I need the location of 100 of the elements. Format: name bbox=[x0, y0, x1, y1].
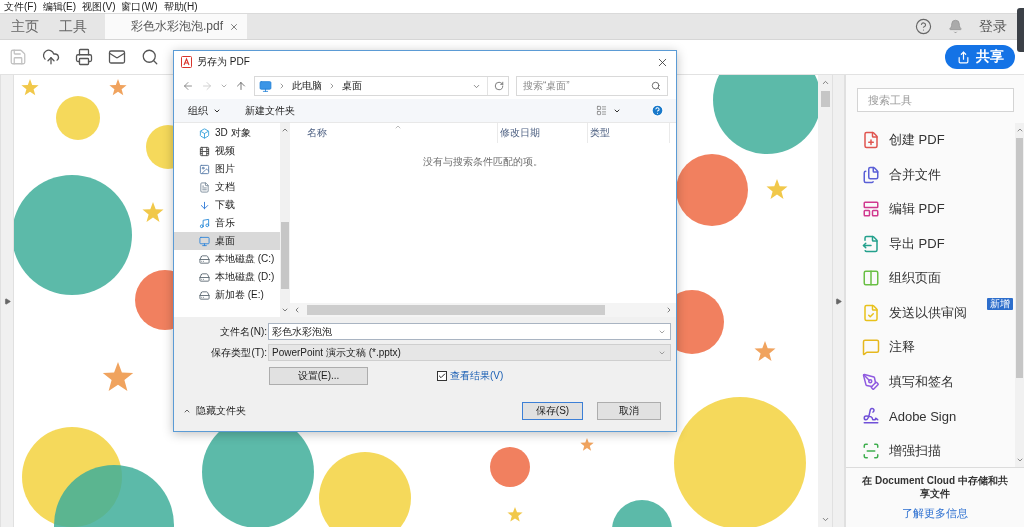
view-options-icon[interactable] bbox=[596, 105, 607, 116]
checkbox[interactable] bbox=[437, 371, 447, 381]
history-chevron-icon[interactable] bbox=[220, 82, 228, 90]
scroll-down-icon[interactable] bbox=[820, 515, 830, 524]
learn-more-link[interactable]: 了解更多信息 bbox=[902, 506, 968, 521]
menu-item[interactable]: 视图(V) bbox=[82, 0, 116, 13]
download-arrow-icon bbox=[199, 199, 210, 211]
bell-icon[interactable] bbox=[948, 19, 963, 34]
cube-icon bbox=[199, 127, 210, 139]
menu-item[interactable]: 帮助(H) bbox=[163, 0, 198, 13]
document-icon bbox=[199, 181, 210, 193]
column-header[interactable]: 名称 bbox=[305, 123, 498, 143]
tool-item[interactable]: 合并文件 bbox=[846, 157, 1015, 192]
sort-chevron-icon bbox=[394, 123, 402, 131]
close-icon[interactable] bbox=[229, 21, 239, 32]
tool-item[interactable]: 填写和签名 bbox=[846, 364, 1015, 399]
menu-item[interactable]: 文件(F) bbox=[4, 0, 37, 13]
chevron-up-icon bbox=[183, 407, 191, 415]
nav-item[interactable]: 文档 bbox=[174, 178, 280, 196]
tool-item[interactable]: 编辑 PDF bbox=[846, 192, 1015, 227]
monitor-icon bbox=[259, 79, 272, 93]
printer-icon[interactable] bbox=[75, 48, 93, 66]
drive-icon bbox=[199, 253, 210, 265]
field-label: 保存类型(T): bbox=[210, 345, 268, 360]
expand-icon[interactable] bbox=[835, 297, 842, 305]
checkbox-label[interactable]: 查看结果(V) bbox=[450, 369, 504, 383]
search-icon[interactable] bbox=[141, 48, 159, 66]
menu-item[interactable]: 窗口(W) bbox=[121, 0, 158, 13]
picture-icon bbox=[199, 163, 210, 175]
empty-message: 没有与搜索条件匹配的项。 bbox=[423, 155, 543, 169]
cloud-upload-icon[interactable] bbox=[42, 48, 60, 66]
promo-text: 在 Document Cloud 中存储和共享文件 bbox=[861, 474, 1009, 500]
scrollbar-thumb[interactable] bbox=[281, 222, 289, 289]
tool-item[interactable]: 导出 PDF bbox=[846, 226, 1015, 261]
field-label: 文件名(N): bbox=[219, 324, 268, 339]
login-link[interactable]: 登录 bbox=[979, 17, 1007, 36]
nav-item[interactable]: 视频 bbox=[174, 142, 280, 160]
scroll-down-icon[interactable] bbox=[1015, 456, 1024, 464]
tool-item[interactable]: 组织页面 bbox=[846, 261, 1015, 296]
monitor-icon bbox=[199, 235, 210, 247]
scroll-up-icon[interactable] bbox=[281, 126, 289, 134]
nav-tab[interactable]: 工具 bbox=[49, 14, 97, 39]
hide-folders-button[interactable]: 隐藏文件夹 bbox=[183, 404, 246, 418]
new-badge: 新增 bbox=[987, 297, 1013, 310]
document-tab[interactable]: 彩色水彩泡泡.pdf bbox=[105, 14, 247, 39]
checkmark-icon bbox=[438, 372, 446, 380]
film-icon bbox=[199, 145, 210, 157]
nav-item[interactable]: 图片 bbox=[174, 160, 280, 178]
breadcrumb-item[interactable]: 此电脑 bbox=[292, 79, 322, 93]
dialog-title: 另存为 PDF bbox=[197, 55, 250, 69]
nav-item[interactable]: 本地磁盘 (D:) bbox=[174, 268, 280, 286]
scroll-right-icon[interactable] bbox=[665, 306, 673, 314]
help-icon[interactable] bbox=[915, 18, 932, 35]
address-bar[interactable]: 此电脑 桌面 bbox=[254, 76, 509, 96]
command-button[interactable]: 新建文件夹 bbox=[245, 103, 295, 118]
share-icon bbox=[956, 50, 970, 64]
nav-item[interactable]: 音乐 bbox=[174, 214, 280, 232]
command-button[interactable]: 组织 bbox=[188, 103, 221, 118]
nav-tab[interactable]: 主页 bbox=[1, 14, 49, 39]
tool-item[interactable]: Adobe Sign bbox=[846, 399, 1015, 434]
tool-item[interactable]: 增强扫描 bbox=[846, 433, 1015, 467]
column-header[interactable]: 修改日期 bbox=[498, 123, 588, 143]
nav-item[interactable]: 下载 bbox=[174, 196, 280, 214]
nav-item[interactable]: 3D 对象 bbox=[174, 124, 280, 142]
nav-item[interactable]: 桌面 bbox=[174, 232, 280, 250]
refresh-icon[interactable] bbox=[494, 81, 504, 91]
breadcrumb-item[interactable]: 桌面 bbox=[342, 79, 362, 93]
up-arrow-icon[interactable] bbox=[235, 80, 247, 92]
drive-icon bbox=[199, 271, 210, 283]
scroll-up-icon[interactable] bbox=[820, 78, 830, 87]
menu-item[interactable]: 编辑(E) bbox=[42, 0, 77, 13]
pdf-file-icon bbox=[181, 56, 192, 68]
nav-item[interactable]: 本地磁盘 (C:) bbox=[174, 250, 280, 268]
nav-item[interactable]: 新加卷 (E:) bbox=[174, 286, 280, 304]
column-header[interactable]: 类型 bbox=[588, 123, 670, 143]
scroll-left-icon[interactable] bbox=[293, 306, 301, 314]
music-note-icon bbox=[199, 217, 210, 229]
file-name-field[interactable]: 彩色水彩泡泡 bbox=[268, 323, 671, 340]
tool-item[interactable]: 发送以供审阅 新增 bbox=[846, 295, 1015, 330]
settings-button[interactable]: 设置(E)... bbox=[269, 367, 368, 385]
search-field[interactable]: 搜索“桌面” bbox=[516, 76, 668, 96]
scrollbar-thumb[interactable] bbox=[307, 305, 605, 315]
file-type-select[interactable]: PowerPoint 演示文稿 (*.pptx) bbox=[268, 344, 671, 361]
scrollbar-thumb[interactable] bbox=[820, 91, 830, 107]
dialog-button[interactable]: 保存(S) bbox=[522, 402, 583, 420]
expand-icon[interactable] bbox=[3, 297, 11, 305]
tool-item[interactable]: 注释 bbox=[846, 330, 1015, 365]
dialog-button[interactable]: 取消 bbox=[597, 402, 661, 420]
mail-icon[interactable] bbox=[108, 48, 126, 66]
back-arrow-icon[interactable] bbox=[182, 80, 194, 92]
side-widget bbox=[1017, 8, 1024, 52]
scroll-up-icon[interactable] bbox=[1015, 126, 1024, 134]
scrollbar-thumb[interactable] bbox=[1016, 138, 1023, 378]
search-icon bbox=[651, 81, 661, 91]
scroll-down-icon[interactable] bbox=[281, 306, 289, 314]
chevron-right-icon bbox=[328, 82, 336, 90]
tool-item[interactable]: 创建 PDF bbox=[846, 123, 1015, 158]
search-field[interactable]: 搜索工具 bbox=[857, 88, 1014, 112]
share-button[interactable]: 共享 bbox=[945, 45, 1015, 69]
chevron-right-icon bbox=[278, 82, 286, 90]
